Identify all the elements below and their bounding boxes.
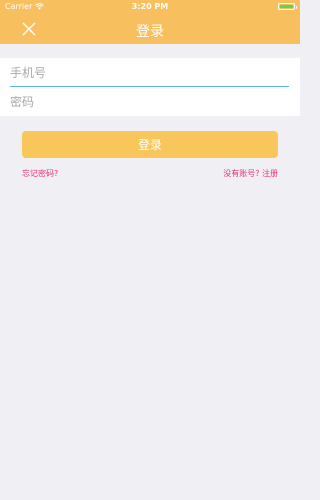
status-bar: Carrier 3:20 PM — [0, 0, 300, 14]
phone-field-row — [0, 58, 300, 87]
page-title: 登录 — [136, 24, 164, 40]
battery-icon — [278, 3, 297, 10]
password-input[interactable] — [10, 87, 290, 116]
battery-level — [280, 5, 293, 8]
password-field-row — [0, 87, 300, 116]
header: Carrier 3:20 PM 登录 — [0, 0, 300, 44]
forgot-password-link[interactable]: 忘记密码? — [22, 168, 58, 179]
register-link[interactable]: 注册 — [262, 169, 278, 178]
login-button[interactable]: 登录 — [22, 131, 278, 158]
login-form — [0, 58, 300, 116]
login-screen: Carrier 3:20 PM 登录 手机号 登录 忘记密码? 没有账号? 注册 — [0, 0, 300, 500]
no-account-text: 没有账号? — [223, 169, 260, 178]
register-links: 没有账号? 注册 — [223, 168, 278, 179]
phone-input[interactable] — [10, 58, 290, 87]
status-time: 3:20 PM — [131, 2, 169, 11]
